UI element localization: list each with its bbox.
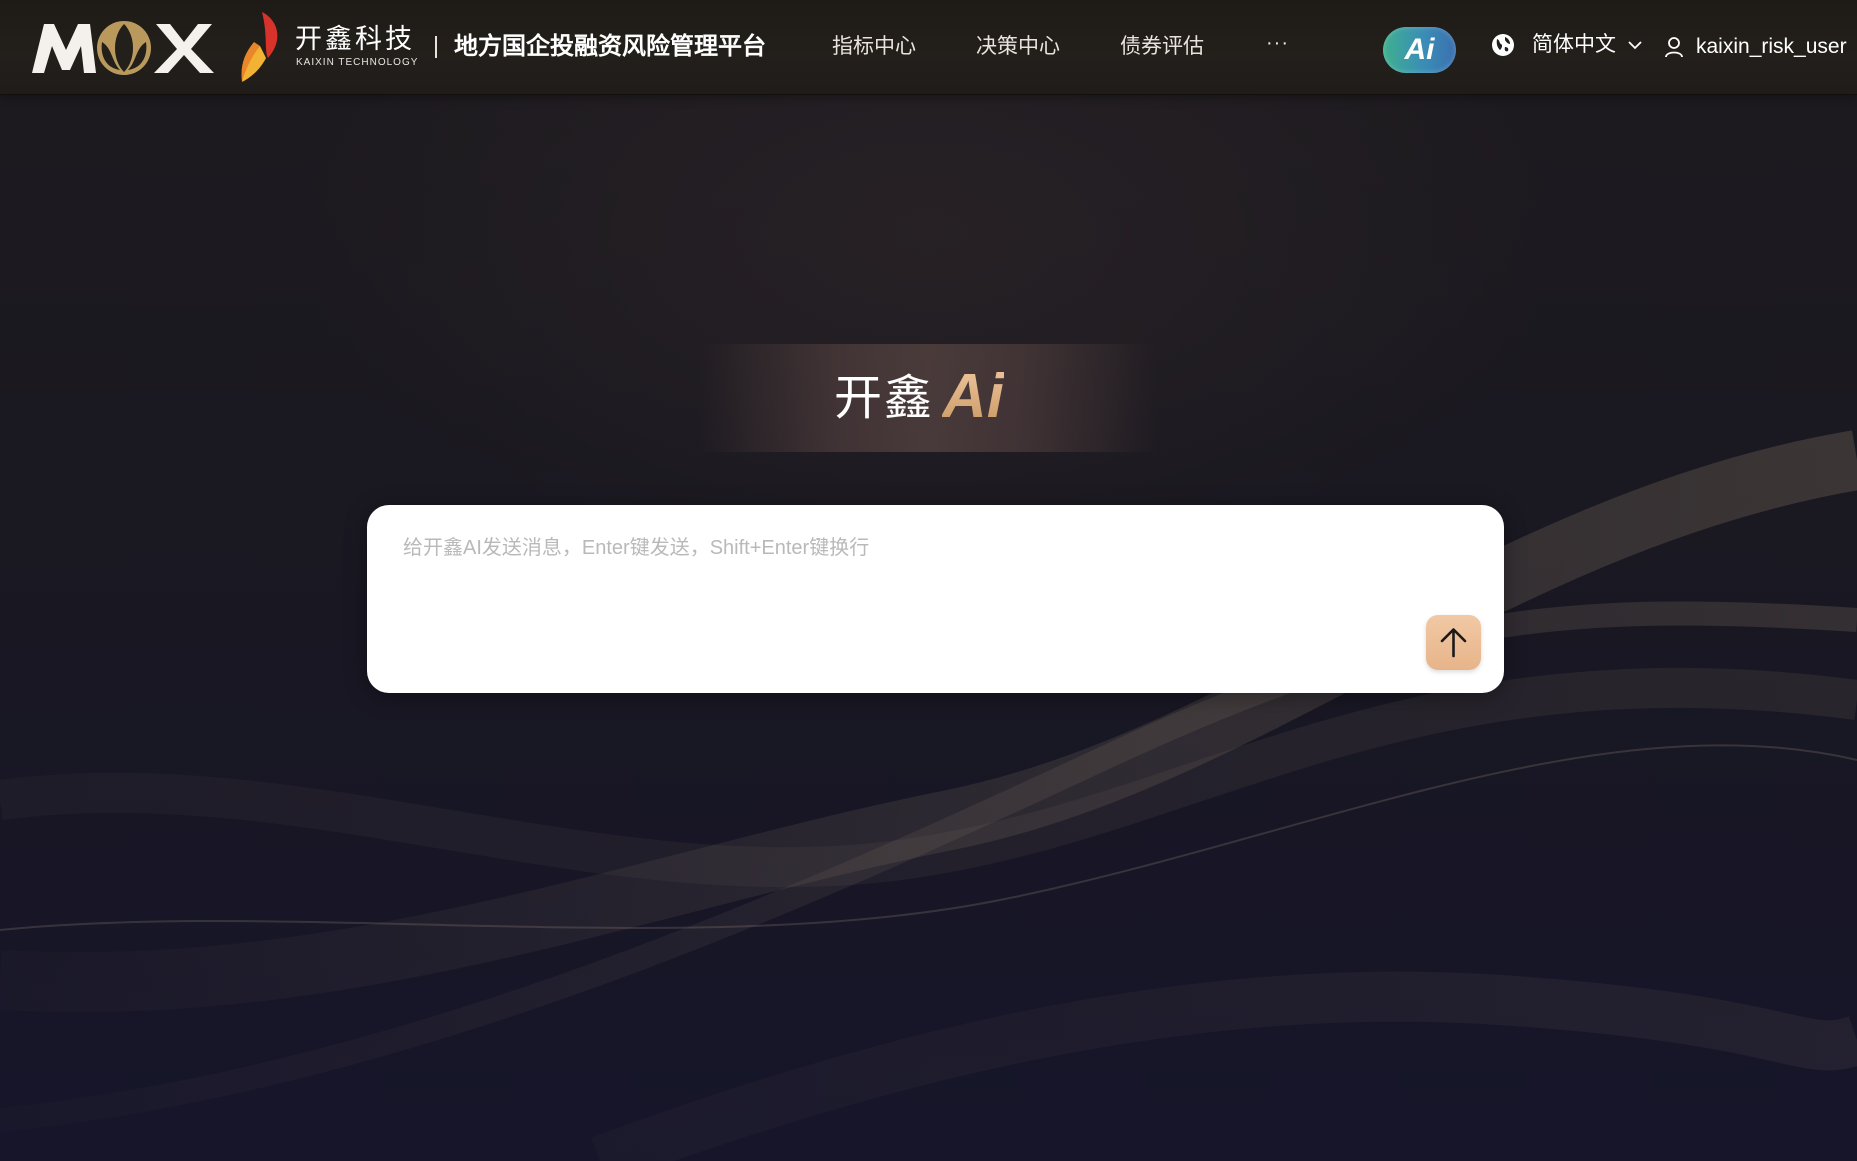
chevron-down-icon[interactable] bbox=[1627, 39, 1643, 51]
kaixin-logo-mark bbox=[241, 12, 278, 82]
top-header: 开鑫科技 KAIXIN TECHNOLOGY 地方国企投融资风险管理平台 指标中… bbox=[0, 0, 1857, 95]
send-button[interactable] bbox=[1426, 615, 1481, 670]
brand-name-cn: 开鑫 bbox=[834, 372, 935, 425]
page: 开鑫科技 KAIXIN TECHNOLOGY 地方国企投融资风险管理平台 指标中… bbox=[0, 0, 1857, 1161]
nav-item-decision-center[interactable]: 决策中心 bbox=[976, 32, 1060, 62]
nav-item-bond-evaluation[interactable]: 债券评估 bbox=[1120, 32, 1204, 62]
brand-name-ai: Ai bbox=[942, 362, 1004, 431]
chat-input-panel bbox=[367, 505, 1504, 693]
title-divider bbox=[435, 36, 437, 58]
arrow-up-icon bbox=[1440, 628, 1467, 658]
ai-assistant-button[interactable]: Ai bbox=[1383, 27, 1456, 73]
user-name[interactable]: kaixin_risk_user bbox=[1696, 32, 1847, 62]
nav-more-button[interactable]: ··· bbox=[1266, 28, 1289, 58]
chat-message-input[interactable] bbox=[403, 533, 1413, 653]
mox-logo bbox=[32, 21, 214, 75]
ai-badge-label: Ai bbox=[1404, 33, 1435, 66]
company-name-en: KAIXIN TECHNOLOGY bbox=[296, 57, 419, 68]
globe-icon[interactable] bbox=[1491, 33, 1515, 57]
user-icon bbox=[1665, 37, 1683, 58]
company-name-cn: 开鑫科技 bbox=[295, 24, 415, 54]
language-selector[interactable]: 简体中文 bbox=[1532, 30, 1616, 60]
nav-item-indicator-center[interactable]: 指标中心 bbox=[832, 32, 916, 62]
platform-title: 地方国企投融资风险管理平台 bbox=[454, 33, 766, 60]
